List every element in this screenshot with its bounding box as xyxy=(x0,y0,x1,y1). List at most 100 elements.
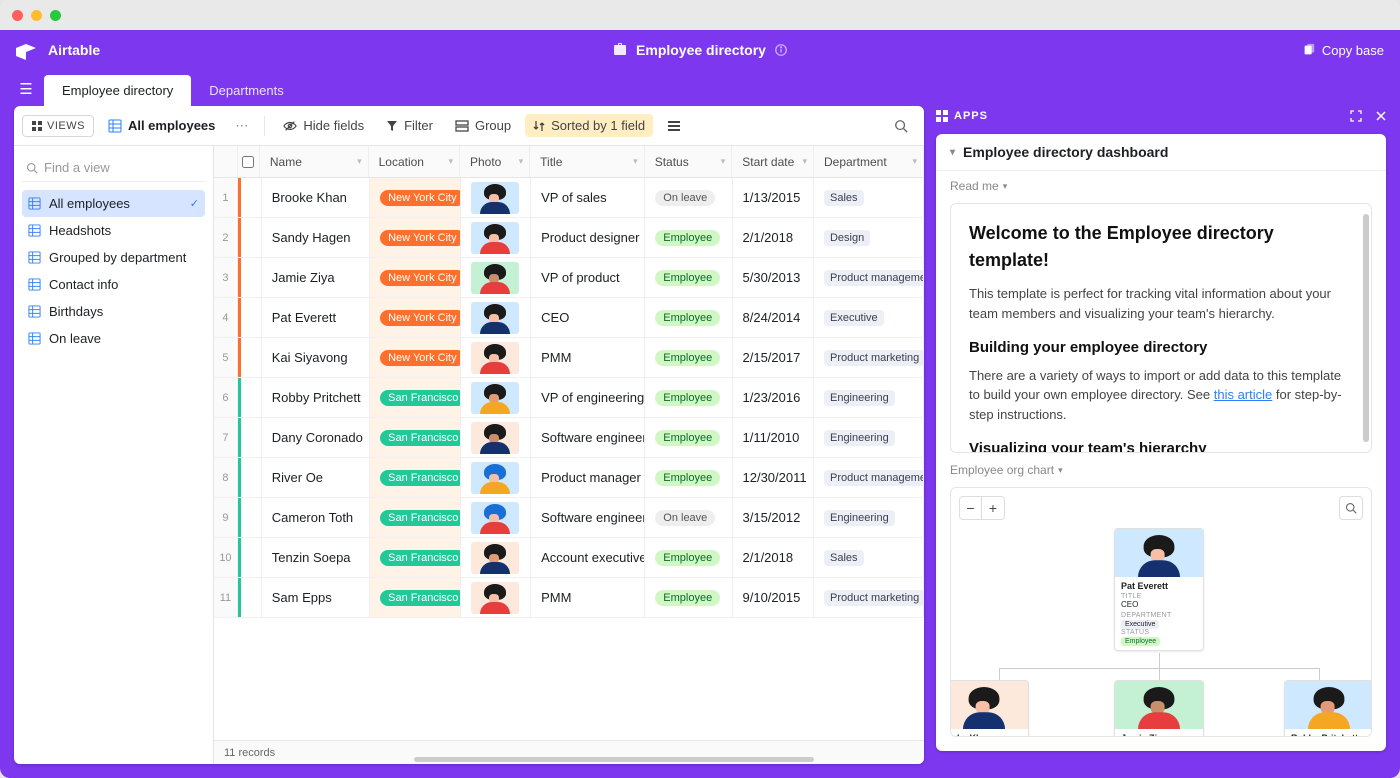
filter-button[interactable]: Filter xyxy=(378,114,441,137)
cell-title[interactable]: CEO xyxy=(531,298,645,337)
table-row[interactable]: 6 Robby Pritchett San Francisco VP of en… xyxy=(214,378,924,418)
table-row[interactable]: 10 Tenzin Soepa San Francisco Account ex… xyxy=(214,538,924,578)
cell-status[interactable]: Employee xyxy=(645,338,732,377)
cell-name[interactable]: Jamie Ziya xyxy=(262,258,370,297)
cell-department[interactable]: Executive xyxy=(814,298,924,337)
apps-label[interactable]: APPS xyxy=(936,110,988,122)
column-header-location[interactable]: Location▾ xyxy=(369,146,460,177)
select-all-checkbox[interactable] xyxy=(242,156,254,168)
table-row[interactable]: 9 Cameron Toth San Francisco Software en… xyxy=(214,498,924,538)
org-node[interactable]: Jamie Ziya TITLE VP of product DEPARTMEN… xyxy=(1114,680,1204,737)
tab-employee-directory[interactable]: Employee directory xyxy=(44,75,191,106)
cell-name[interactable]: Sam Epps xyxy=(262,578,370,617)
column-header-name[interactable]: Name▾ xyxy=(260,146,369,177)
cell-status[interactable]: On leave xyxy=(645,498,732,537)
cell-photo[interactable] xyxy=(461,458,531,497)
view-item[interactable]: All employees ✓ xyxy=(22,190,205,217)
cell-location[interactable]: New York City xyxy=(370,178,461,217)
column-header-photo[interactable]: Photo▾ xyxy=(460,146,530,177)
org-node[interactable]: Robby Pritchett TITLE VP of engineering … xyxy=(1284,680,1372,737)
zoom-window-button[interactable] xyxy=(50,10,61,21)
table-row[interactable]: 2 Sandy Hagen New York City Product desi… xyxy=(214,218,924,258)
zoom-out-button[interactable]: − xyxy=(960,497,982,519)
cell-photo[interactable] xyxy=(461,218,531,257)
cell-name[interactable]: Sandy Hagen xyxy=(262,218,370,257)
views-toggle-button[interactable]: VIEWS xyxy=(22,115,94,137)
minimize-window-button[interactable] xyxy=(31,10,42,21)
cell-department[interactable]: Product marketing xyxy=(814,578,924,617)
cell-start-date[interactable]: 1/23/2016 xyxy=(733,378,814,417)
cell-location[interactable]: San Francisco xyxy=(370,418,461,457)
cell-photo[interactable] xyxy=(461,178,531,217)
cell-department[interactable]: Sales xyxy=(814,538,924,577)
cell-start-date[interactable]: 8/24/2014 xyxy=(733,298,814,337)
readme-link[interactable]: this article xyxy=(1214,387,1273,402)
table-row[interactable]: 4 Pat Everett New York City CEO Employee… xyxy=(214,298,924,338)
cell-location[interactable]: San Francisco xyxy=(370,498,461,537)
copy-base-button[interactable]: Copy base xyxy=(1302,43,1384,58)
table-row[interactable]: 11 Sam Epps San Francisco PMM Employee 9… xyxy=(214,578,924,618)
cell-location[interactable]: New York City xyxy=(370,298,461,337)
cell-status[interactable]: Employee xyxy=(645,578,732,617)
readme-applet-label[interactable]: Read me▾ xyxy=(950,179,1372,193)
cell-location[interactable]: New York City xyxy=(370,218,461,257)
org-search-button[interactable] xyxy=(1339,496,1363,520)
cell-name[interactable]: Pat Everett xyxy=(262,298,370,337)
cell-department[interactable]: Product management xyxy=(814,458,924,497)
table-row[interactable]: 3 Jamie Ziya New York City VP of product… xyxy=(214,258,924,298)
hide-fields-button[interactable]: Hide fields xyxy=(275,114,372,137)
cell-status[interactable]: On leave xyxy=(645,178,732,217)
readme-scrollbar[interactable] xyxy=(1363,214,1369,442)
table-row[interactable]: 8 River Oe San Francisco Product manager… xyxy=(214,458,924,498)
close-apps-icon[interactable] xyxy=(1376,111,1386,121)
tab-departments[interactable]: Departments xyxy=(191,75,301,106)
view-item[interactable]: Contact info xyxy=(22,271,205,298)
cell-start-date[interactable]: 12/30/2011 xyxy=(733,458,814,497)
cell-photo[interactable] xyxy=(461,578,531,617)
cell-name[interactable]: River Oe xyxy=(262,458,370,497)
view-options-icon[interactable]: ⋯ xyxy=(229,118,254,134)
cell-title[interactable]: Account executive xyxy=(531,538,645,577)
view-item[interactable]: Birthdays xyxy=(22,298,205,325)
cell-photo[interactable] xyxy=(461,338,531,377)
cell-name[interactable]: Kai Siyavong xyxy=(262,338,370,377)
cell-start-date[interactable]: 5/30/2013 xyxy=(733,258,814,297)
cell-start-date[interactable]: 2/1/2018 xyxy=(733,538,814,577)
cell-photo[interactable] xyxy=(461,418,531,457)
table-row[interactable]: 5 Kai Siyavong New York City PMM Employe… xyxy=(214,338,924,378)
cell-start-date[interactable]: 2/15/2017 xyxy=(733,338,814,377)
cell-title[interactable]: PMM xyxy=(531,578,645,617)
info-icon[interactable] xyxy=(774,43,788,57)
current-view-name[interactable]: All employees xyxy=(100,114,223,137)
cell-name[interactable]: Cameron Toth xyxy=(262,498,370,537)
cell-start-date[interactable]: 1/13/2015 xyxy=(733,178,814,217)
find-view-input[interactable]: Find a view xyxy=(22,154,205,182)
close-window-button[interactable] xyxy=(12,10,23,21)
cell-status[interactable]: Employee xyxy=(645,258,732,297)
column-header-department[interactable]: Department▾ xyxy=(814,146,924,177)
org-chart-applet-label[interactable]: Employee org chart▾ xyxy=(950,463,1372,477)
cell-photo[interactable] xyxy=(461,498,531,537)
cell-start-date[interactable]: 2/1/2018 xyxy=(733,218,814,257)
table-row[interactable]: 7 Dany Coronado San Francisco Software e… xyxy=(214,418,924,458)
cell-name[interactable]: Robby Pritchett xyxy=(262,378,370,417)
org-node[interactable]: ooke Khan TITLE P of sales DEPARTMENT xyxy=(950,680,1029,737)
search-button[interactable] xyxy=(886,115,916,137)
dashboard-title[interactable]: ▾ Employee directory dashboard xyxy=(936,134,1386,171)
cell-status[interactable]: Employee xyxy=(645,538,732,577)
cell-title[interactable]: Software engineer xyxy=(531,418,645,457)
cell-location[interactable]: San Francisco xyxy=(370,578,461,617)
column-header-start-date[interactable]: Start date▾ xyxy=(732,146,814,177)
cell-photo[interactable] xyxy=(461,298,531,337)
cell-department[interactable]: Product management xyxy=(814,258,924,297)
tables-menu-icon[interactable]: ☰ xyxy=(14,80,38,106)
view-item[interactable]: Headshots xyxy=(22,217,205,244)
cell-title[interactable]: Product designer xyxy=(531,218,645,257)
cell-location[interactable]: San Francisco xyxy=(370,378,461,417)
cell-start-date[interactable]: 3/15/2012 xyxy=(733,498,814,537)
column-header-title[interactable]: Title▾ xyxy=(530,146,645,177)
cell-status[interactable]: Employee xyxy=(645,378,732,417)
cell-title[interactable]: Software engineer xyxy=(531,498,645,537)
cell-location[interactable]: San Francisco xyxy=(370,458,461,497)
cell-name[interactable]: Tenzin Soepa xyxy=(262,538,370,577)
